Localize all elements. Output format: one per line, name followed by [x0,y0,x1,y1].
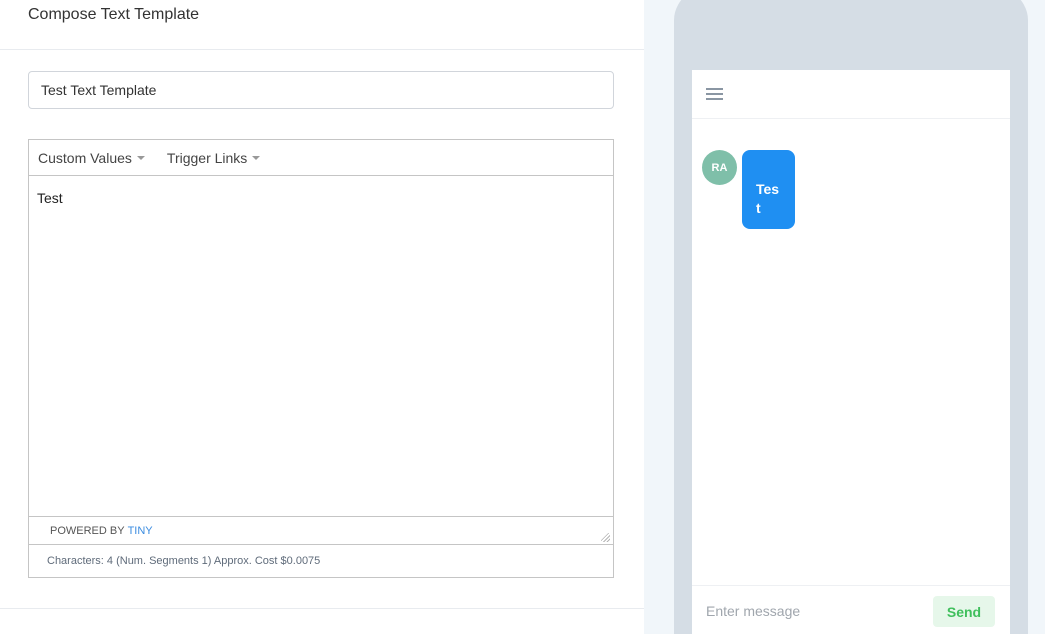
compose-panel: Compose Text Template Custom Values Trig… [0,0,644,634]
menu-icon[interactable] [706,88,723,100]
avatar: RA [702,150,737,185]
tiny-link[interactable]: TINY [128,525,153,537]
message-compose-bar: Send [692,585,1010,634]
page-title: Compose Text Template [28,6,200,23]
message-bubble: Test [742,150,795,229]
rich-text-editor: Custom Values Trigger Links Test POWERED… [28,139,614,545]
template-name-input[interactable] [28,71,614,109]
chevron-down-icon [252,156,261,160]
editor-content-area[interactable]: Test [29,176,613,516]
character-count-info: Characters: 4 (Num. Segments 1) Approx. … [28,544,614,578]
custom-values-label: Custom Values [38,149,132,166]
header-divider [0,49,644,50]
phone-screen: RA Test Send [692,70,1010,634]
character-count-text: Characters: 4 (Num. Segments 1) Approx. … [47,554,321,567]
message-input[interactable] [700,596,920,626]
message-text: Test [756,181,780,216]
trigger-links-menu[interactable]: Trigger Links [166,149,261,166]
custom-values-menu[interactable]: Custom Values [38,150,145,166]
send-button[interactable]: Send [933,596,995,627]
powered-by-label: POWERED BY [50,525,125,537]
editor-statusbar: POWERED BY TINY [29,516,613,545]
phone-screen-header [692,70,1010,119]
editor-toolbar: Custom Values Trigger Links [29,140,613,176]
editor-text: Test [37,190,63,206]
avatar-initials: RA [711,161,728,174]
footer-divider [0,608,644,609]
trigger-links-label: Trigger Links [166,149,248,166]
chevron-down-icon [136,156,145,160]
resize-handle-icon[interactable] [601,533,610,542]
